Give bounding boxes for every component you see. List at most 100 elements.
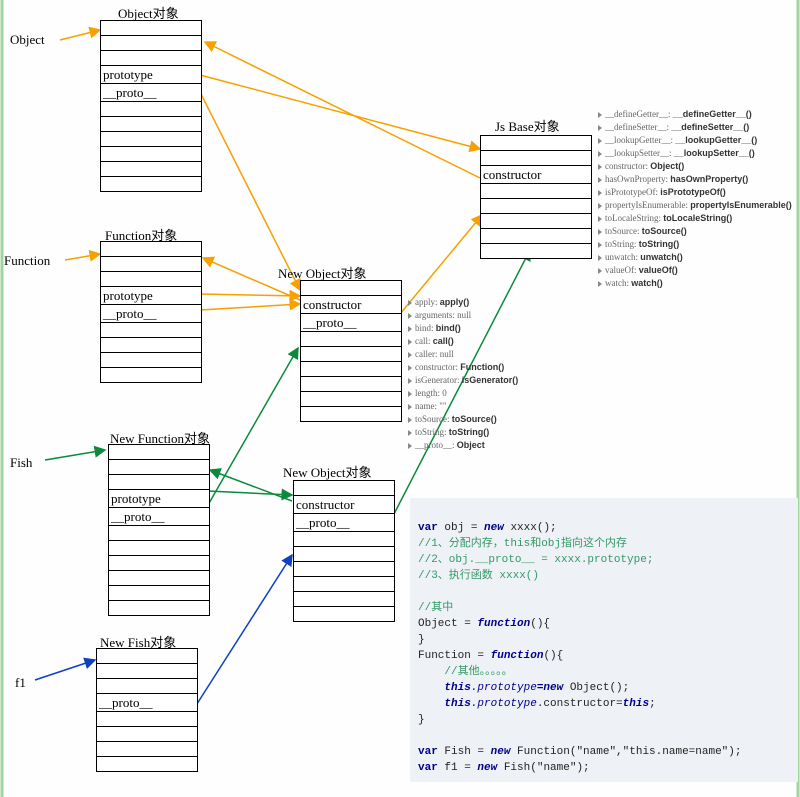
box-row [101, 117, 201, 132]
triangle-icon [408, 339, 412, 345]
prop-item: name: "" [408, 400, 518, 413]
triangle-icon [598, 255, 602, 261]
box-row [101, 242, 201, 257]
box-row [97, 757, 197, 771]
box-function: prototype __proto__ [100, 241, 202, 383]
box-row-proto: __proto__ [301, 314, 401, 332]
box-row [481, 229, 591, 244]
proplist-js-base: __defineGetter__: __defineGetter__()__de… [598, 108, 792, 290]
prop-item: watch: watch() [598, 277, 792, 290]
prop-item: toSource: toSource() [408, 413, 518, 426]
triangle-icon [408, 365, 412, 371]
triangle-icon [598, 281, 602, 287]
box-row [97, 664, 197, 679]
box-row-prototype: prototype [101, 66, 201, 84]
box-new-object-2: constructor __proto__ [293, 480, 395, 622]
box-row [481, 184, 591, 199]
box-row [101, 353, 201, 368]
box-row-proto: __proto__ [101, 84, 201, 102]
box-row [101, 257, 201, 272]
prop-item: hasOwnProperty: hasOwnProperty() [598, 173, 792, 186]
box-row [97, 742, 197, 757]
box-js-base: constructor [480, 135, 592, 259]
prop-item: toLocaleString: toLocaleString() [598, 212, 792, 225]
triangle-icon [408, 300, 412, 306]
box-row [294, 481, 394, 496]
prop-item: bind: bind() [408, 322, 518, 335]
box-row [481, 214, 591, 229]
box-row-constructor: constructor [294, 496, 394, 514]
code-line: //1、分配内存，this和obj指向这个内存 [418, 538, 627, 550]
triangle-icon [408, 391, 412, 397]
code-line: //3、执行函数 xxxx() [418, 570, 539, 582]
box-row [101, 132, 201, 147]
box-object: prototype __proto__ [100, 20, 202, 192]
box-row [97, 712, 197, 727]
box-row [294, 532, 394, 547]
box-new-function: prototype __proto__ [108, 444, 210, 616]
triangle-icon [598, 125, 602, 131]
prop-item: length: 0 [408, 387, 518, 400]
prop-item: toSource: toSource() [598, 225, 792, 238]
box-row-proto: __proto__ [101, 305, 201, 323]
box-row [301, 392, 401, 407]
prop-item: __defineGetter__: __defineGetter__() [598, 108, 792, 121]
var-label-function: Function [4, 253, 50, 269]
box-row [301, 332, 401, 347]
box-row [97, 727, 197, 742]
prop-item: toString: toString() [598, 238, 792, 251]
box-row [109, 526, 209, 541]
box-row [301, 407, 401, 421]
box-row [101, 21, 201, 36]
box-row [294, 547, 394, 562]
box-row [97, 679, 197, 694]
box-row [101, 147, 201, 162]
box-row [481, 199, 591, 214]
prop-item: call: call() [408, 335, 518, 348]
triangle-icon [408, 417, 412, 423]
code-line: } [418, 714, 425, 726]
box-row [481, 244, 591, 258]
box-new-fish: __proto__ [96, 648, 198, 772]
box-row [294, 592, 394, 607]
triangle-icon [598, 216, 602, 222]
box-row [294, 607, 394, 621]
box-row [109, 460, 209, 475]
var-label-f1: f1 [15, 675, 26, 691]
code-line: //其他。。。。。 [418, 666, 513, 678]
box-row-proto: __proto__ [294, 514, 394, 532]
triangle-icon [408, 378, 412, 384]
triangle-icon [598, 164, 602, 170]
box-row [109, 445, 209, 460]
prop-item: unwatch: unwatch() [598, 251, 792, 264]
triangle-icon [598, 112, 602, 118]
box-row [301, 281, 401, 296]
box-row [109, 586, 209, 601]
box-row [294, 577, 394, 592]
box-row [481, 151, 591, 166]
var-label-fish: Fish [10, 455, 32, 471]
box-row [301, 347, 401, 362]
prop-item: caller: null [408, 348, 518, 361]
box-row [101, 177, 201, 191]
prop-item: __lookupSetter__: __lookupSetter__() [598, 147, 792, 160]
prop-item: constructor: Function() [408, 361, 518, 374]
prop-item: toString: toString() [408, 426, 518, 439]
box-row [101, 272, 201, 287]
title-new-object-obj-2: New Object对象 [283, 462, 371, 481]
prop-item: __defineSetter__: __defineSetter__() [598, 121, 792, 134]
triangle-icon [598, 268, 602, 274]
code-block: var obj = new xxxx(); //1、分配内存，this和obj指… [410, 498, 798, 782]
var-label-object: Object [10, 32, 45, 48]
box-row [97, 649, 197, 664]
box-row-constructor: constructor [301, 296, 401, 314]
proplist-new-object: apply: apply()arguments: nullbind: bind(… [408, 296, 518, 452]
prop-item: valueOf: valueOf() [598, 264, 792, 277]
triangle-icon [598, 203, 602, 209]
box-row [109, 541, 209, 556]
box-row [301, 377, 401, 392]
box-row-prototype: prototype [101, 287, 201, 305]
code-line: //其中 [418, 602, 453, 614]
prop-item: propertyIsEnumerable: propertyIsEnumerab… [598, 199, 792, 212]
triangle-icon [408, 404, 412, 410]
